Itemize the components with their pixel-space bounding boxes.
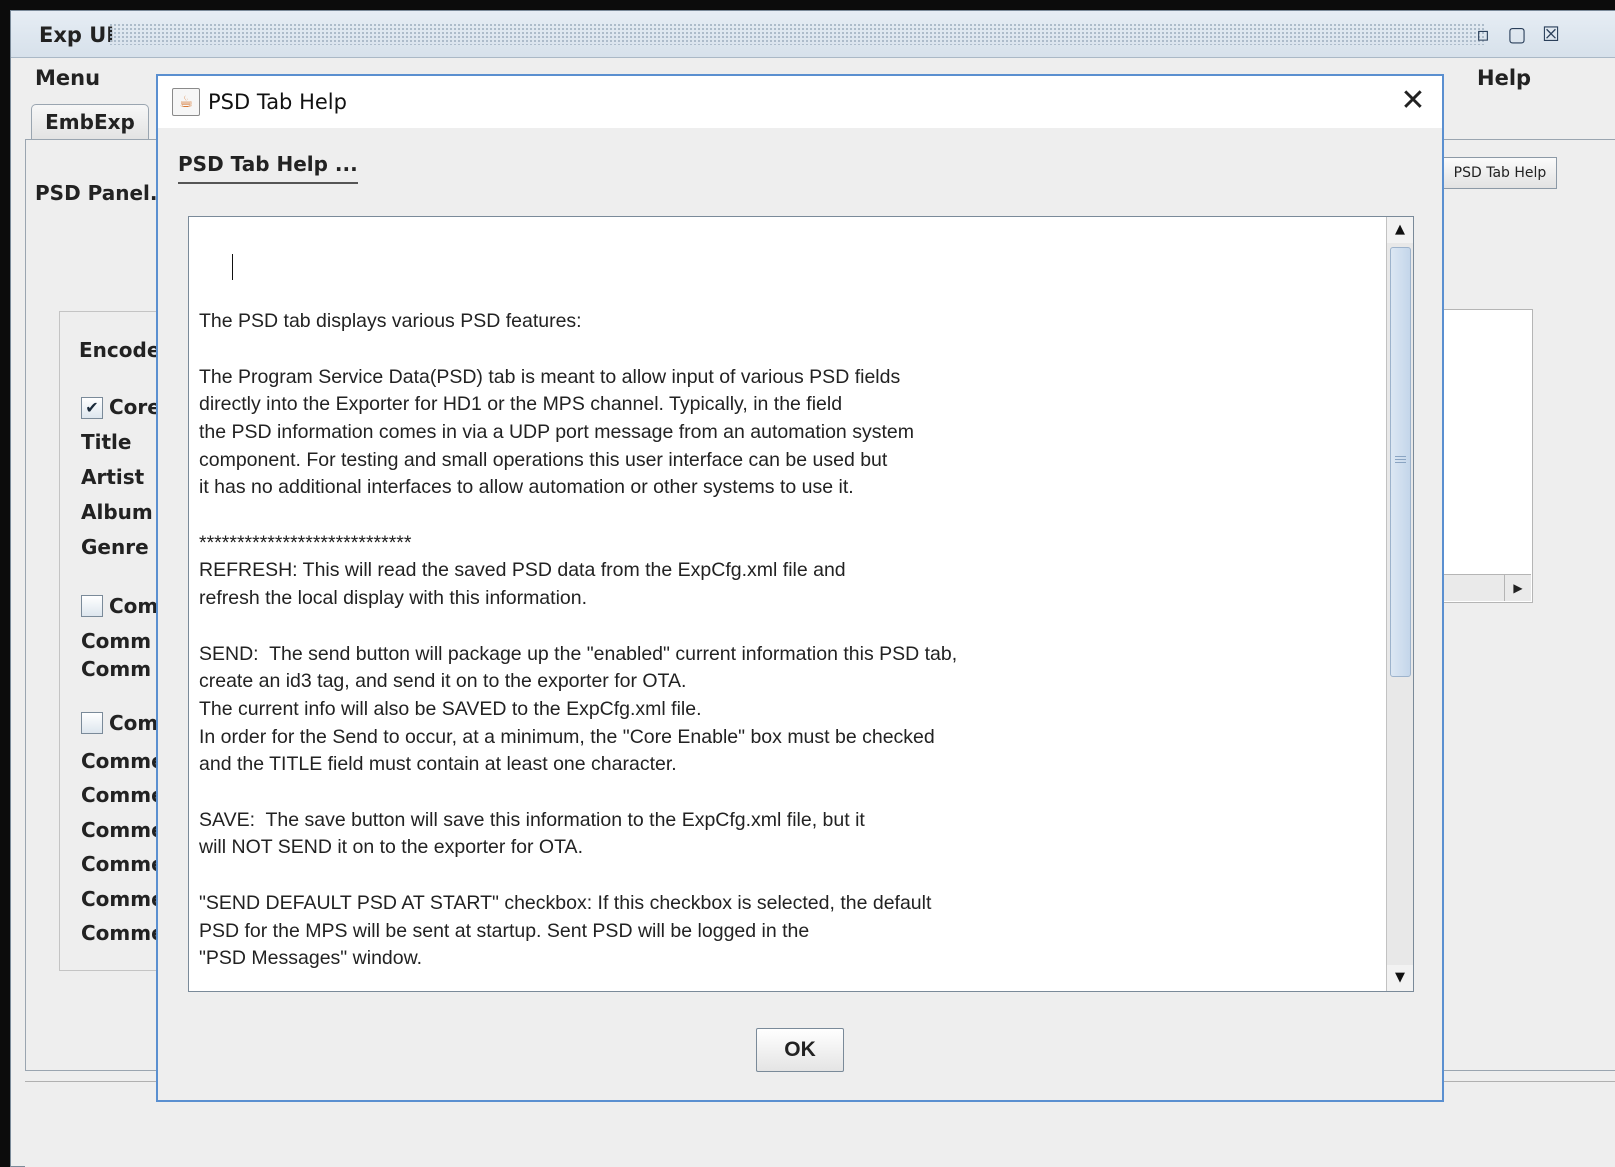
help-text-line: PSD for the MPS will be sent at startup.… <box>199 919 810 942</box>
help-text-line: "SEND DEFAULT PSD AT START" checkbox: If… <box>199 891 932 914</box>
help-text-line: it has no additional interfaces to allow… <box>199 476 854 499</box>
comment-label-2: Comme <box>81 783 165 807</box>
maximize-icon[interactable]: ▢ <box>1505 22 1529 46</box>
help-text-line: The current info will also be SAVED to t… <box>199 697 702 720</box>
panel-title: PSD Panel... <box>35 181 173 205</box>
window-close-icon[interactable]: ☒ <box>1539 22 1563 46</box>
artist-label: Artist <box>81 465 145 489</box>
comment-label-5: Comme <box>81 887 165 911</box>
thumb-grip-line <box>1395 459 1406 460</box>
scroll-thumb[interactable] <box>1390 247 1411 677</box>
help-text-line: The PSD tab displays various PSD feature… <box>199 310 582 333</box>
psd-tab-help-button[interactable]: PSD Tab Help <box>1443 157 1557 189</box>
help-text-line <box>199 862 1373 890</box>
help-text-line: SEND: The send button will package up th… <box>199 642 958 665</box>
comm-checkbox-2[interactable] <box>81 712 103 734</box>
help-text-line <box>199 613 1373 641</box>
help-text-line: REFRESH: This will read the saved PSD da… <box>199 559 846 582</box>
help-text-line: SAVE: The save button will save this inf… <box>199 808 865 831</box>
scroll-up-arrow-icon[interactable]: ▲ <box>1387 217 1413 243</box>
menu-help[interactable]: Help <box>1477 66 1531 90</box>
psd-tab-help-dialog: ☕ PSD Tab Help ✕ PSD Tab Help ... The PS… <box>156 74 1444 1102</box>
dialog-titlebar: ☕ PSD Tab Help ✕ <box>158 76 1442 128</box>
help-text-line: the PSD information comes in via a UDP p… <box>199 420 914 443</box>
comm-checkbox-1[interactable] <box>81 595 103 617</box>
help-text-line: will NOT SEND it on to the exporter for … <box>199 836 583 859</box>
help-text-line <box>199 502 1373 530</box>
help-text-line: **************************** <box>199 531 412 554</box>
album-label: Album <box>81 500 153 524</box>
help-text-line: The Program Service Data(PSD) tab is mea… <box>199 365 901 388</box>
help-text-line: refresh the local display with this info… <box>199 587 588 610</box>
help-text-line <box>199 336 1373 364</box>
comment-label-1: Comme <box>81 749 165 773</box>
help-text-line: In order for the Send to occur, at a min… <box>199 725 935 748</box>
menu-menu[interactable]: Menu <box>35 66 100 90</box>
encode-label: Encode <box>79 338 161 362</box>
horizontal-scrollbar[interactable]: ▶ <box>1441 574 1531 601</box>
dialog-title: PSD Tab Help <box>208 90 347 114</box>
ok-button[interactable]: OK <box>756 1028 844 1072</box>
thumb-grip-line <box>1395 462 1406 463</box>
dialog-heading: PSD Tab Help ... <box>178 152 358 184</box>
tab-embexp[interactable]: EmbExp <box>31 104 149 139</box>
close-icon[interactable]: ✕ <box>1396 84 1430 118</box>
main-titlebar: Exp UI ▫ ▢ ☒ <box>11 11 1615 58</box>
title-label: Title <box>81 430 132 454</box>
help-text-line: directly into the Exporter for HD1 or th… <box>199 393 843 416</box>
comment-label-3: Comme <box>81 818 165 842</box>
help-text-line: create an id3 tag, and send it on to the… <box>199 670 687 693</box>
comment-label-4: Comme <box>81 852 165 876</box>
thumb-grip-line <box>1395 456 1406 457</box>
scroll-down-arrow-icon[interactable]: ▼ <box>1387 965 1413 991</box>
core-enable-checkbox[interactable]: ✔ <box>81 397 103 419</box>
help-text-area[interactable]: The PSD tab displays various PSD feature… <box>188 216 1414 992</box>
comment-label-6: Comme <box>81 921 165 945</box>
psd-messages-area[interactable] <box>1441 309 1533 603</box>
help-text-line: and the TITLE field must contain at leas… <box>199 753 677 776</box>
help-text-content[interactable]: The PSD tab displays various PSD feature… <box>199 225 1373 991</box>
scroll-right-arrow-icon[interactable]: ▶ <box>1504 575 1531 601</box>
core-label: Core <box>109 395 161 419</box>
help-text-line: "PSD Messages" window. <box>199 947 423 970</box>
genre-label: Genre <box>81 535 149 559</box>
java-cup-icon: ☕ <box>172 88 200 116</box>
vertical-scrollbar[interactable]: ▲ ▼ <box>1386 217 1413 991</box>
titlebar-texture <box>109 23 1486 45</box>
minimize-icon[interactable]: ▫ <box>1471 22 1495 46</box>
app-title: Exp UI <box>39 23 115 47</box>
help-text-line: component. For testing and small operati… <box>199 448 888 471</box>
help-text-line <box>199 973 1373 991</box>
help-text-line <box>199 779 1373 807</box>
text-caret <box>231 253 234 280</box>
